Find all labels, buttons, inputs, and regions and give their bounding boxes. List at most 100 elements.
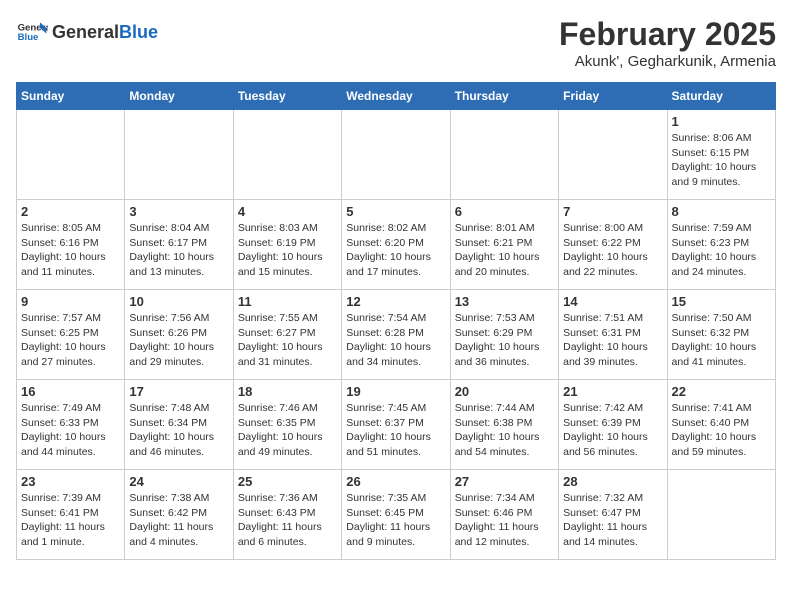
calendar-cell [667, 470, 775, 560]
day-detail: Sunrise: 7:34 AM Sunset: 6:46 PM Dayligh… [455, 491, 554, 550]
calendar-cell: 20Sunrise: 7:44 AM Sunset: 6:38 PM Dayli… [450, 380, 558, 470]
day-number: 14 [563, 294, 662, 309]
calendar-cell [450, 110, 558, 200]
day-detail: Sunrise: 8:01 AM Sunset: 6:21 PM Dayligh… [455, 221, 554, 280]
column-header-friday: Friday [559, 83, 667, 110]
logo: General Blue GeneralBlue [16, 16, 158, 48]
day-detail: Sunrise: 8:02 AM Sunset: 6:20 PM Dayligh… [346, 221, 445, 280]
day-detail: Sunrise: 7:53 AM Sunset: 6:29 PM Dayligh… [455, 311, 554, 370]
day-number: 18 [238, 384, 337, 399]
day-detail: Sunrise: 7:46 AM Sunset: 6:35 PM Dayligh… [238, 401, 337, 460]
day-detail: Sunrise: 8:05 AM Sunset: 6:16 PM Dayligh… [21, 221, 120, 280]
day-number: 11 [238, 294, 337, 309]
logo-general-text: General [52, 22, 119, 42]
calendar-cell [559, 110, 667, 200]
calendar-cell [125, 110, 233, 200]
day-detail: Sunrise: 7:49 AM Sunset: 6:33 PM Dayligh… [21, 401, 120, 460]
day-number: 10 [129, 294, 228, 309]
day-number: 2 [21, 204, 120, 219]
calendar-cell: 9Sunrise: 7:57 AM Sunset: 6:25 PM Daylig… [17, 290, 125, 380]
calendar-cell: 22Sunrise: 7:41 AM Sunset: 6:40 PM Dayli… [667, 380, 775, 470]
day-number: 13 [455, 294, 554, 309]
day-detail: Sunrise: 7:54 AM Sunset: 6:28 PM Dayligh… [346, 311, 445, 370]
day-number: 12 [346, 294, 445, 309]
column-header-thursday: Thursday [450, 83, 558, 110]
day-number: 15 [672, 294, 771, 309]
day-number: 28 [563, 474, 662, 489]
column-header-tuesday: Tuesday [233, 83, 341, 110]
day-number: 7 [563, 204, 662, 219]
calendar-cell: 23 Sunrise: 7:39 AM Sunset: 6:41 PM Dayli… [17, 470, 125, 560]
day-number: 4 [238, 204, 337, 219]
day-detail: Sunrise: 7:45 AM Sunset: 6:37 PM Dayligh… [346, 401, 445, 460]
calendar-cell: 2 Sunrise: 8:05 AM Sunset: 6:16 PM Daylig… [17, 200, 125, 290]
calendar-cell: 21 Sunrise: 7:42 AM Sunset: 6:39 PM Dayli… [559, 380, 667, 470]
calendar-table: SundayMondayTuesdayWednesdayThursdayFrid… [16, 82, 776, 560]
logo-icon: General Blue [16, 16, 48, 48]
calendar-cell: 28 Sunrise: 7:32 AM Sunset: 6:47 PM Dayli… [559, 470, 667, 560]
calendar-cell: 5 Sunrise: 8:02 AM Sunset: 6:20 PM Daylig… [342, 200, 450, 290]
day-detail: Sunrise: 7:32 AM Sunset: 6:47 PM Dayligh… [563, 491, 662, 550]
day-number: 8 [672, 204, 771, 219]
calendar-cell: 26 Sunrise: 7:35 AM Sunset: 6:45 PM Dayli… [342, 470, 450, 560]
header-row: SundayMondayTuesdayWednesdayThursdayFrid… [17, 83, 776, 110]
calendar-cell: 8Sunrise: 7:59 AM Sunset: 6:23 PM Daylig… [667, 200, 775, 290]
day-detail: Sunrise: 7:36 AM Sunset: 6:43 PM Dayligh… [238, 491, 337, 550]
calendar-week-4: 16Sunrise: 7:49 AM Sunset: 6:33 PM Dayli… [17, 380, 776, 470]
calendar-cell: 1 Sunrise: 8:06 AM Sunset: 6:15 PM Daylig… [667, 110, 775, 200]
day-detail: Sunrise: 7:39 AM Sunset: 6:41 PM Dayligh… [21, 491, 120, 550]
calendar-header: SundayMondayTuesdayWednesdayThursdayFrid… [17, 83, 776, 110]
calendar-cell: 11 Sunrise: 7:55 AM Sunset: 6:27 PM Dayli… [233, 290, 341, 380]
calendar-week-5: 23 Sunrise: 7:39 AM Sunset: 6:41 PM Dayli… [17, 470, 776, 560]
day-detail: Sunrise: 7:57 AM Sunset: 6:25 PM Dayligh… [21, 311, 120, 370]
calendar-cell [17, 110, 125, 200]
day-detail: Sunrise: 7:38 AM Sunset: 6:42 PM Dayligh… [129, 491, 228, 550]
day-number: 1 [672, 114, 771, 129]
day-detail: Sunrise: 7:42 AM Sunset: 6:39 PM Dayligh… [563, 401, 662, 460]
day-number: 19 [346, 384, 445, 399]
day-number: 26 [346, 474, 445, 489]
calendar-cell: 4 Sunrise: 8:03 AM Sunset: 6:19 PM Daylig… [233, 200, 341, 290]
day-detail: Sunrise: 7:35 AM Sunset: 6:45 PM Dayligh… [346, 491, 445, 550]
day-number: 3 [129, 204, 228, 219]
day-detail: Sunrise: 7:50 AM Sunset: 6:32 PM Dayligh… [672, 311, 771, 370]
day-number: 23 [21, 474, 120, 489]
day-number: 21 [563, 384, 662, 399]
day-number: 25 [238, 474, 337, 489]
calendar-cell: 18 Sunrise: 7:46 AM Sunset: 6:35 PM Dayli… [233, 380, 341, 470]
title-area: February 2025 Akunk', Gegharkunik, Armen… [559, 16, 776, 70]
column-header-wednesday: Wednesday [342, 83, 450, 110]
day-detail: Sunrise: 8:06 AM Sunset: 6:15 PM Dayligh… [672, 131, 771, 190]
day-detail: Sunrise: 7:56 AM Sunset: 6:26 PM Dayligh… [129, 311, 228, 370]
calendar-cell: 24 Sunrise: 7:38 AM Sunset: 6:42 PM Dayli… [125, 470, 233, 560]
day-number: 24 [129, 474, 228, 489]
day-detail: Sunrise: 7:51 AM Sunset: 6:31 PM Dayligh… [563, 311, 662, 370]
calendar-cell: 27Sunrise: 7:34 AM Sunset: 6:46 PM Dayli… [450, 470, 558, 560]
logo-blue-text: Blue [119, 22, 158, 42]
calendar-cell: 10 Sunrise: 7:56 AM Sunset: 6:26 PM Dayli… [125, 290, 233, 380]
calendar-subtitle: Akunk', Gegharkunik, Armenia [559, 53, 776, 70]
calendar-body: 1 Sunrise: 8:06 AM Sunset: 6:15 PM Daylig… [17, 110, 776, 560]
day-detail: Sunrise: 7:55 AM Sunset: 6:27 PM Dayligh… [238, 311, 337, 370]
day-detail: Sunrise: 7:41 AM Sunset: 6:40 PM Dayligh… [672, 401, 771, 460]
calendar-week-1: 1 Sunrise: 8:06 AM Sunset: 6:15 PM Daylig… [17, 110, 776, 200]
day-number: 17 [129, 384, 228, 399]
calendar-cell: 19 Sunrise: 7:45 AM Sunset: 6:37 PM Dayli… [342, 380, 450, 470]
calendar-cell: 25 Sunrise: 7:36 AM Sunset: 6:43 PM Dayli… [233, 470, 341, 560]
calendar-cell: 16Sunrise: 7:49 AM Sunset: 6:33 PM Dayli… [17, 380, 125, 470]
calendar-cell: 3 Sunrise: 8:04 AM Sunset: 6:17 PM Daylig… [125, 200, 233, 290]
calendar-cell [342, 110, 450, 200]
day-detail: Sunrise: 8:03 AM Sunset: 6:19 PM Dayligh… [238, 221, 337, 280]
calendar-week-2: 2 Sunrise: 8:05 AM Sunset: 6:16 PM Daylig… [17, 200, 776, 290]
column-header-sunday: Sunday [17, 83, 125, 110]
calendar-cell: 12 Sunrise: 7:54 AM Sunset: 6:28 PM Dayli… [342, 290, 450, 380]
calendar-cell: 14 Sunrise: 7:51 AM Sunset: 6:31 PM Dayli… [559, 290, 667, 380]
svg-text:Blue: Blue [18, 32, 39, 43]
day-detail: Sunrise: 7:48 AM Sunset: 6:34 PM Dayligh… [129, 401, 228, 460]
calendar-title: February 2025 [559, 16, 776, 53]
day-number: 5 [346, 204, 445, 219]
column-header-saturday: Saturday [667, 83, 775, 110]
day-detail: Sunrise: 8:04 AM Sunset: 6:17 PM Dayligh… [129, 221, 228, 280]
calendar-cell: 15 Sunrise: 7:50 AM Sunset: 6:32 PM Dayli… [667, 290, 775, 380]
calendar-cell [233, 110, 341, 200]
